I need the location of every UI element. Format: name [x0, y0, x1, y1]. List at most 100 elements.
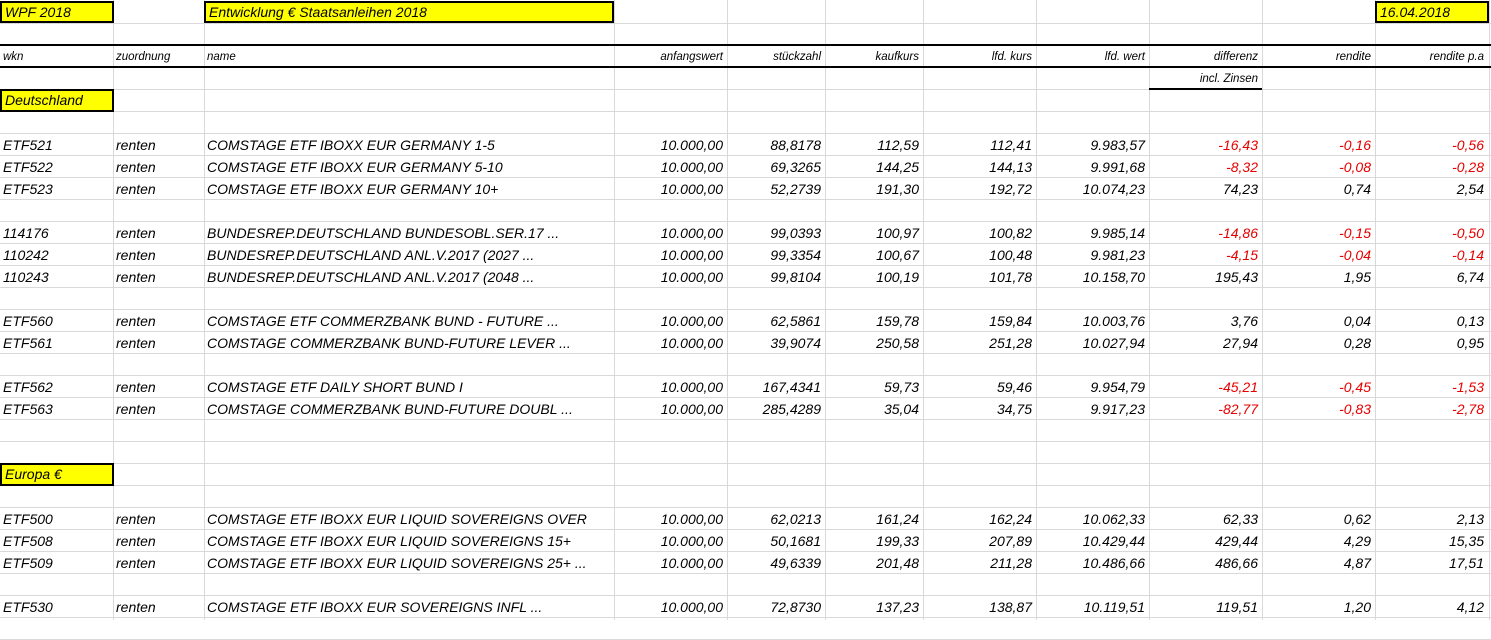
cell-lfd-kurs[interactable]: 162,24	[923, 508, 1036, 530]
cell-zuordnung[interactable]: renten	[113, 552, 204, 574]
cell-anfangswert[interactable]: 10.000,00	[614, 508, 727, 530]
cell-name[interactable]: COMSTAGE ETF IBOXX EUR GERMANY 1-5	[204, 134, 614, 156]
cell-differenz[interactable]: 195,43	[1149, 266, 1262, 288]
cell-lfd-kurs[interactable]: 251,28	[923, 332, 1036, 354]
cell-name[interactable]: COMSTAGE COMMERZBANK BUND-FUTURE DOUBL .…	[204, 398, 614, 420]
cell-wkn[interactable]: 110243	[0, 266, 113, 288]
section-europa[interactable]: Europa €	[0, 463, 114, 486]
cell-kaufkurs[interactable]: 137,23	[825, 596, 923, 618]
cell-rendite[interactable]: 4,29	[1262, 530, 1375, 552]
header-lfd-wert[interactable]: lfd. wert	[1036, 46, 1149, 68]
cell-rendite[interactable]: 0,04	[1262, 310, 1375, 332]
cell-lfd-wert[interactable]: 10.074,23	[1036, 178, 1149, 200]
cell-kaufkurs[interactable]: 199,33	[825, 530, 923, 552]
cell-zuordnung[interactable]: renten	[113, 332, 204, 354]
cell-lfd-wert[interactable]: 9.954,79	[1036, 376, 1149, 398]
cell-rendite-pa[interactable]: 0,13	[1375, 310, 1488, 332]
cell-stueckzahl[interactable]: 72,8730	[727, 596, 825, 618]
cell-lfd-kurs[interactable]: 207,89	[923, 530, 1036, 552]
header-anfangswert[interactable]: anfangswert	[614, 46, 727, 68]
header-wkn[interactable]: wkn	[0, 46, 114, 68]
cell-zuordnung[interactable]: renten	[113, 530, 204, 552]
cell-anfangswert[interactable]: 10.000,00	[614, 552, 727, 574]
cell-lfd-kurs[interactable]: 192,72	[923, 178, 1036, 200]
cell-rendite[interactable]: 4,87	[1262, 552, 1375, 574]
cell-anfangswert[interactable]: 10.000,00	[614, 244, 727, 266]
cell-lfd-kurs[interactable]: 34,75	[923, 398, 1036, 420]
cell-stueckzahl[interactable]: 88,8178	[727, 134, 825, 156]
cell-wkn[interactable]: ETF521	[0, 134, 113, 156]
cell-zuordnung[interactable]: renten	[113, 134, 204, 156]
cell-stueckzahl[interactable]: 62,5861	[727, 310, 825, 332]
cell-wkn[interactable]: ETF500	[0, 508, 113, 530]
cell-anfangswert[interactable]: 10.000,00	[614, 332, 727, 354]
cell-differenz[interactable]: -82,77	[1149, 398, 1262, 420]
cell-stueckzahl[interactable]: 49,6339	[727, 552, 825, 574]
cell-anfangswert[interactable]: 10.000,00	[614, 222, 727, 244]
cell-anfangswert[interactable]: 10.000,00	[614, 376, 727, 398]
cell-differenz[interactable]: 27,94	[1149, 332, 1262, 354]
header-lfd-kurs[interactable]: lfd. kurs	[923, 46, 1036, 68]
header-stueckzahl[interactable]: stückzahl	[727, 46, 825, 68]
cell-rendite[interactable]: 1,20	[1262, 596, 1375, 618]
cell-rendite-pa[interactable]: -0,28	[1375, 156, 1488, 178]
cell-name[interactable]: COMSTAGE ETF IBOXX EUR LIQUID SOVEREIGNS…	[204, 552, 614, 574]
cell-wkn[interactable]: 114176	[0, 222, 113, 244]
cell-zuordnung[interactable]: renten	[113, 596, 204, 618]
cell-differenz[interactable]: -16,43	[1149, 134, 1262, 156]
cell-rendite[interactable]: 0,74	[1262, 178, 1375, 200]
cell-stueckzahl[interactable]: 99,0393	[727, 222, 825, 244]
cell-kaufkurs[interactable]: 35,04	[825, 398, 923, 420]
cell-name[interactable]: COMSTAGE ETF IBOXX EUR GERMANY 5-10	[204, 156, 614, 178]
cell-kaufkurs[interactable]: 112,59	[825, 134, 923, 156]
cell-zuordnung[interactable]: renten	[113, 398, 204, 420]
section-deutschland[interactable]: Deutschland	[0, 89, 114, 112]
cell-kaufkurs[interactable]: 159,78	[825, 310, 923, 332]
cell-rendite-pa[interactable]: 6,74	[1375, 266, 1488, 288]
cell-rendite-pa[interactable]: 17,51	[1375, 552, 1488, 574]
cell-lfd-wert[interactable]: 10.158,70	[1036, 266, 1149, 288]
cell-lfd-wert[interactable]: 10.119,51	[1036, 596, 1149, 618]
cell-rendite-pa[interactable]: 2,54	[1375, 178, 1488, 200]
cell-wkn[interactable]: 110242	[0, 244, 113, 266]
cell-differenz[interactable]: -14,86	[1149, 222, 1262, 244]
cell-anfangswert[interactable]: 10.000,00	[614, 530, 727, 552]
cell-anfangswert[interactable]: 10.000,00	[614, 266, 727, 288]
cell-lfd-kurs[interactable]: 59,46	[923, 376, 1036, 398]
cell-zuordnung[interactable]: renten	[113, 508, 204, 530]
cell-wkn[interactable]: ETF509	[0, 552, 113, 574]
cell-stueckzahl[interactable]: 99,3354	[727, 244, 825, 266]
cell-wkn[interactable]: ETF508	[0, 530, 113, 552]
cell-zuordnung[interactable]: renten	[113, 376, 204, 398]
title-main-cell[interactable]: Entwicklung € Staatsanleihen 2018	[204, 1, 614, 23]
cell-stueckzahl[interactable]: 52,2739	[727, 178, 825, 200]
cell-name[interactable]: BUNDESREP.DEUTSCHLAND BUNDESOBL.SER.17 .…	[204, 222, 614, 244]
cell-zuordnung[interactable]: renten	[113, 178, 204, 200]
cell-rendite[interactable]: 0,28	[1262, 332, 1375, 354]
cell-wkn[interactable]: ETF563	[0, 398, 113, 420]
cell-name[interactable]: BUNDESREP.DEUTSCHLAND ANL.V.2017 (2048 .…	[204, 266, 614, 288]
cell-anfangswert[interactable]: 10.000,00	[614, 596, 727, 618]
cell-rendite-pa[interactable]: -0,14	[1375, 244, 1488, 266]
header-kaufkurs[interactable]: kaufkurs	[825, 46, 923, 68]
cell-stueckzahl[interactable]: 69,3265	[727, 156, 825, 178]
cell-kaufkurs[interactable]: 161,24	[825, 508, 923, 530]
cell-stueckzahl[interactable]: 50,1681	[727, 530, 825, 552]
cell-differenz[interactable]: -4,15	[1149, 244, 1262, 266]
cell-lfd-wert[interactable]: 9.983,57	[1036, 134, 1149, 156]
cell-stueckzahl[interactable]: 285,4289	[727, 398, 825, 420]
cell-lfd-wert[interactable]: 10.003,76	[1036, 310, 1149, 332]
cell-anfangswert[interactable]: 10.000,00	[614, 134, 727, 156]
cell-name[interactable]: COMSTAGE ETF IBOXX EUR SOVEREIGNS INFL .…	[204, 596, 614, 618]
cell-rendite[interactable]: 0,62	[1262, 508, 1375, 530]
cell-stueckzahl[interactable]: 62,0213	[727, 508, 825, 530]
differenz-note[interactable]: incl. Zinsen	[1149, 68, 1262, 90]
cell-lfd-kurs[interactable]: 112,41	[923, 134, 1036, 156]
cell-differenz[interactable]: 119,51	[1149, 596, 1262, 618]
cell-kaufkurs[interactable]: 100,67	[825, 244, 923, 266]
cell-stueckzahl[interactable]: 39,9074	[727, 332, 825, 354]
cell-kaufkurs[interactable]: 191,30	[825, 178, 923, 200]
cell-rendite-pa[interactable]: -0,50	[1375, 222, 1488, 244]
cell-stueckzahl[interactable]: 99,8104	[727, 266, 825, 288]
cell-wkn[interactable]: ETF561	[0, 332, 113, 354]
